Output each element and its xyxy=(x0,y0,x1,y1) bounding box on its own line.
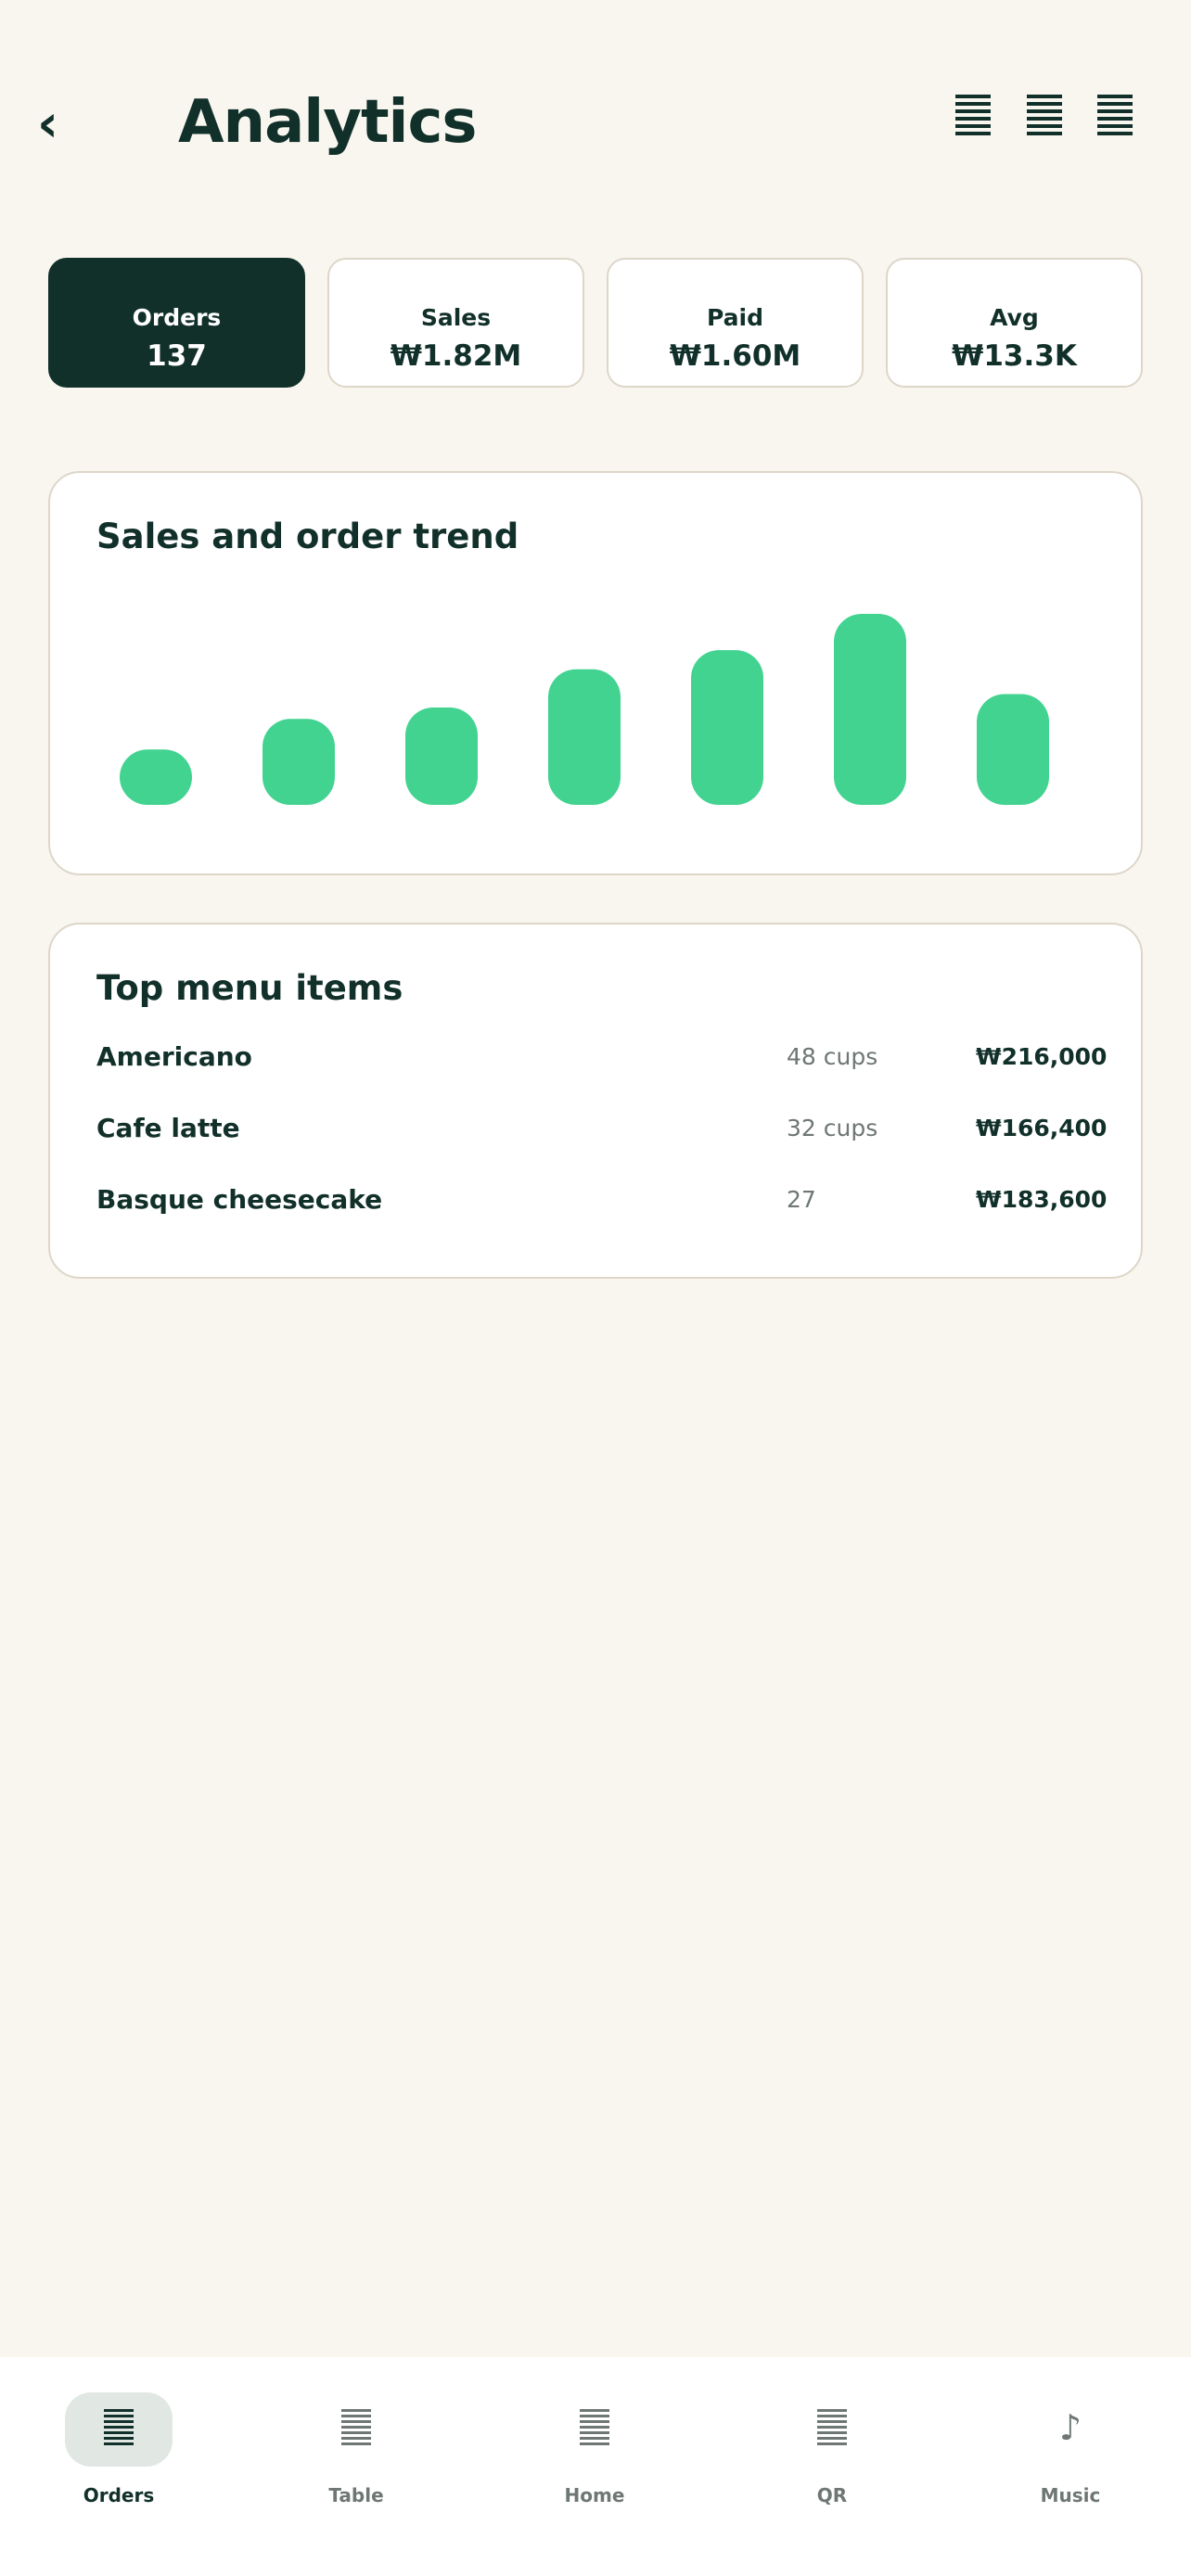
kpi-orders[interactable]: Orders 137 xyxy=(48,258,305,388)
trend-bar-3 xyxy=(405,707,478,805)
back-button[interactable]: ‹ xyxy=(37,89,82,159)
kpi-label: Avg xyxy=(990,304,1039,331)
trend-title: Sales and order trend xyxy=(96,516,519,556)
kpi-label: Sales xyxy=(420,304,492,331)
list-icon[interactable] xyxy=(1027,95,1064,143)
list-icon xyxy=(104,2409,134,2452)
trend-bar-7 xyxy=(977,694,1049,805)
menu-item-name: Americano xyxy=(96,1041,252,1072)
trend-bar-4 xyxy=(548,669,621,805)
menu-item-name: Basque cheesecake xyxy=(96,1184,383,1215)
kpi-sales[interactable]: Sales ₩1.82M xyxy=(327,258,584,388)
page-title: Analytics xyxy=(178,88,477,157)
kpi-avg[interactable]: Avg ₩13.3K xyxy=(886,258,1143,388)
app-header: ‹ Analytics xyxy=(0,0,1191,213)
trend-bar-2 xyxy=(263,719,335,805)
list-icon[interactable] xyxy=(1097,95,1134,143)
kpi-tabs: Orders 137 Sales ₩1.82M Paid ₩1.60M Avg … xyxy=(48,258,1143,388)
list-icon xyxy=(580,2409,609,2452)
nav-orders[interactable]: Orders xyxy=(26,2392,211,2522)
nav-label: Table xyxy=(328,2484,384,2506)
kpi-label: Orders xyxy=(132,304,222,331)
kpi-label: Paid xyxy=(707,304,763,331)
menu-row: Basque cheesecake 27 ₩183,600 xyxy=(96,1177,1107,1223)
music-note-icon: ♪ xyxy=(1058,2407,1082,2448)
menu-row: Americano 48 cups ₩216,000 xyxy=(96,1034,1107,1080)
nav-label: Orders xyxy=(83,2484,155,2506)
list-icon[interactable] xyxy=(955,95,992,143)
nav-music[interactable]: ♪ Music xyxy=(978,2392,1163,2522)
menu-item-qty: 32 cups xyxy=(787,1115,878,1141)
nav-label: QR xyxy=(816,2484,848,2506)
kpi-paid[interactable]: Paid ₩1.60M xyxy=(607,258,864,388)
menu-item-amount: ₩166,400 xyxy=(976,1115,1108,1141)
kpi-value: ₩1.82M xyxy=(390,339,522,373)
menu-item-name: Cafe latte xyxy=(96,1113,240,1143)
bottom-nav: Orders Table Home QR ♪ Music xyxy=(0,2357,1191,2576)
trend-bar-1 xyxy=(120,749,192,805)
kpi-value: 137 xyxy=(147,339,207,373)
list-icon xyxy=(341,2409,371,2452)
menu-row: Cafe latte 32 cups ₩166,400 xyxy=(96,1105,1107,1152)
nav-table[interactable]: Table xyxy=(263,2392,449,2522)
nav-label: Home xyxy=(564,2484,625,2506)
nav-home[interactable]: Home xyxy=(502,2392,687,2522)
menu-item-qty: 48 cups xyxy=(787,1043,878,1070)
list-icon xyxy=(817,2409,847,2452)
trend-bar-6 xyxy=(834,614,906,805)
menu-item-amount: ₩216,000 xyxy=(976,1043,1108,1070)
trend-bar-5 xyxy=(691,650,763,805)
kpi-value: ₩13.3K xyxy=(952,339,1077,373)
nav-label: Music xyxy=(1040,2484,1101,2506)
trend-card: Sales and order trend xyxy=(48,471,1143,875)
nav-qr[interactable]: QR xyxy=(739,2392,925,2522)
menu-item-amount: ₩183,600 xyxy=(976,1186,1108,1213)
kpi-value: ₩1.60M xyxy=(669,339,801,373)
top-menu-card: Top menu items Americano 48 cups ₩216,00… xyxy=(48,923,1143,1279)
top-menu-title: Top menu items xyxy=(96,968,403,1008)
menu-item-qty: 27 xyxy=(787,1186,816,1213)
